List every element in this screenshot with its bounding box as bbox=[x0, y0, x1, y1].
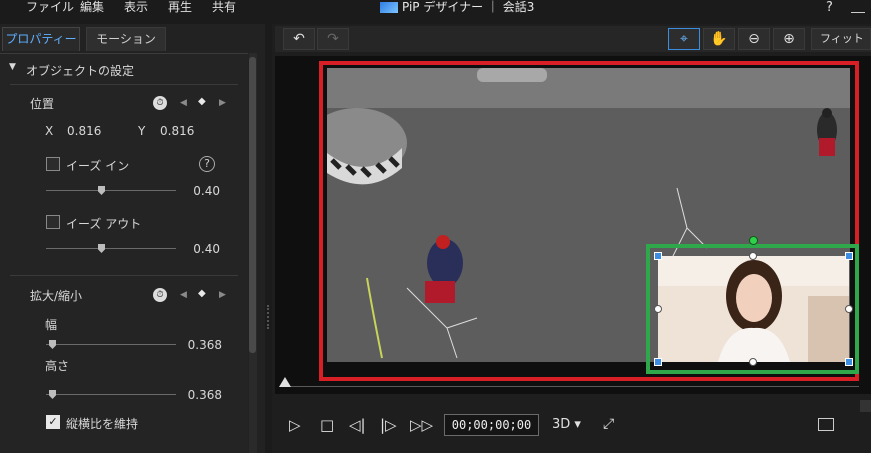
panel-scrollbar-thumb[interactable] bbox=[249, 57, 256, 353]
prev-keyframe-icon[interactable]: ◀ bbox=[180, 290, 187, 300]
window-title: PiP デザイナー ｜ 会話3 bbox=[402, 0, 535, 14]
next-frame-icon[interactable]: |▷ bbox=[380, 416, 397, 434]
ease-out-value[interactable]: 0.40 bbox=[180, 242, 220, 256]
help-button[interactable]: ? bbox=[826, 0, 833, 15]
keep-aspect-label: 縦横比を維持 bbox=[66, 417, 139, 431]
stop-icon[interactable]: □ bbox=[320, 416, 334, 434]
hand-tool-button[interactable]: ✋ bbox=[703, 28, 735, 50]
height-slider[interactable] bbox=[46, 394, 176, 395]
undo-button[interactable]: ↶ bbox=[283, 28, 315, 50]
keep-aspect-checkbox[interactable]: ✓ bbox=[46, 415, 60, 429]
rotate-handle[interactable] bbox=[749, 236, 758, 245]
scale-label: 拡大/縮小 bbox=[30, 289, 83, 303]
play-icon[interactable]: ▷ bbox=[289, 416, 301, 434]
position-label: 位置 bbox=[30, 97, 55, 111]
ease-out-label: イーズ アウト bbox=[66, 217, 142, 231]
collapse-arrow-icon[interactable]: ▼ bbox=[9, 62, 16, 72]
menu-share[interactable]: 共有 bbox=[212, 0, 236, 15]
divider bbox=[10, 84, 238, 85]
resize-handle-bottom-right[interactable] bbox=[845, 358, 853, 366]
add-keyframe-icon[interactable]: ◆ bbox=[198, 288, 206, 299]
minimize-button[interactable] bbox=[851, 3, 865, 13]
expand-icon[interactable]: ⤢ bbox=[603, 416, 614, 432]
x-label: X bbox=[45, 124, 54, 138]
resize-handle-bottom[interactable] bbox=[749, 358, 757, 366]
pip-selection-frame bbox=[646, 244, 859, 374]
timeline-end-marker bbox=[860, 400, 871, 412]
y-label: Y bbox=[138, 124, 146, 138]
height-label: 高さ bbox=[45, 359, 70, 373]
x-value[interactable]: 0.816 bbox=[67, 124, 101, 138]
screen-icon[interactable] bbox=[818, 418, 834, 431]
tab-properties[interactable]: プロパティー bbox=[2, 27, 80, 51]
select-tool-button[interactable]: ⌖ bbox=[668, 28, 700, 50]
panel-resize-handle[interactable] bbox=[267, 305, 269, 329]
resize-handle-top-left[interactable] bbox=[654, 252, 662, 260]
ease-out-slider[interactable] bbox=[46, 248, 176, 249]
fast-forward-icon[interactable]: ▷▷ bbox=[410, 416, 433, 434]
3d-mode-label: 3D bbox=[552, 417, 571, 432]
prev-keyframe-icon[interactable]: ◀ bbox=[180, 98, 187, 108]
menu-bar: ファイル 編集 表示 再生 共有 PiP デザイナー ｜ 会話3 ? bbox=[0, 0, 871, 16]
width-label: 幅 bbox=[45, 318, 58, 332]
timeline-track[interactable] bbox=[285, 386, 859, 387]
ease-out-checkbox[interactable] bbox=[46, 215, 60, 229]
add-keyframe-icon[interactable]: ◆ bbox=[198, 96, 206, 107]
menu-play[interactable]: 再生 bbox=[168, 0, 192, 15]
object-settings-header[interactable]: オブジェクトの設定 bbox=[26, 62, 134, 79]
menu-file[interactable]: ファイル bbox=[26, 0, 74, 15]
scale-keyframe-button[interactable]: ⏱ bbox=[153, 288, 167, 302]
resize-handle-left[interactable] bbox=[654, 305, 662, 313]
playhead-icon[interactable] bbox=[279, 377, 291, 387]
position-keyframe-button[interactable]: ⏱ bbox=[153, 96, 167, 110]
redo-button[interactable]: ↷ bbox=[317, 28, 349, 50]
y-value[interactable]: 0.816 bbox=[160, 124, 194, 138]
height-value[interactable]: 0.368 bbox=[180, 388, 222, 402]
menu-view[interactable]: 表示 bbox=[124, 0, 148, 15]
resize-handle-top-right[interactable] bbox=[845, 252, 853, 260]
resize-handle-top[interactable] bbox=[749, 252, 757, 260]
ease-in-checkbox[interactable] bbox=[46, 157, 60, 171]
3d-mode-dropdown[interactable]: 3D ▾ bbox=[552, 417, 581, 432]
ease-in-slider[interactable] bbox=[46, 190, 176, 191]
width-value[interactable]: 0.368 bbox=[180, 338, 222, 352]
ease-in-value[interactable]: 0.40 bbox=[180, 184, 220, 198]
prev-frame-icon[interactable]: ◁| bbox=[349, 416, 366, 434]
timecode-display[interactable]: 00;00;00;00 bbox=[444, 414, 539, 436]
zoom-out-button[interactable]: ⊖ bbox=[738, 28, 770, 50]
zoom-in-button[interactable]: ⊕ bbox=[773, 28, 805, 50]
next-keyframe-icon[interactable]: ▶ bbox=[219, 290, 226, 300]
menu-edit[interactable]: 編集 bbox=[80, 0, 104, 15]
zoom-fit-dropdown[interactable]: フィット bbox=[811, 28, 871, 50]
width-slider[interactable] bbox=[46, 344, 176, 345]
tab-motion[interactable]: モーション bbox=[86, 27, 166, 51]
resize-handle-bottom-left[interactable] bbox=[654, 358, 662, 366]
pip-logo-icon bbox=[380, 2, 398, 13]
help-icon[interactable]: ? bbox=[199, 156, 215, 172]
resize-handle-right[interactable] bbox=[845, 305, 853, 313]
next-keyframe-icon[interactable]: ▶ bbox=[219, 98, 226, 108]
ease-in-label: イーズ イン bbox=[66, 159, 130, 173]
divider bbox=[10, 275, 238, 276]
